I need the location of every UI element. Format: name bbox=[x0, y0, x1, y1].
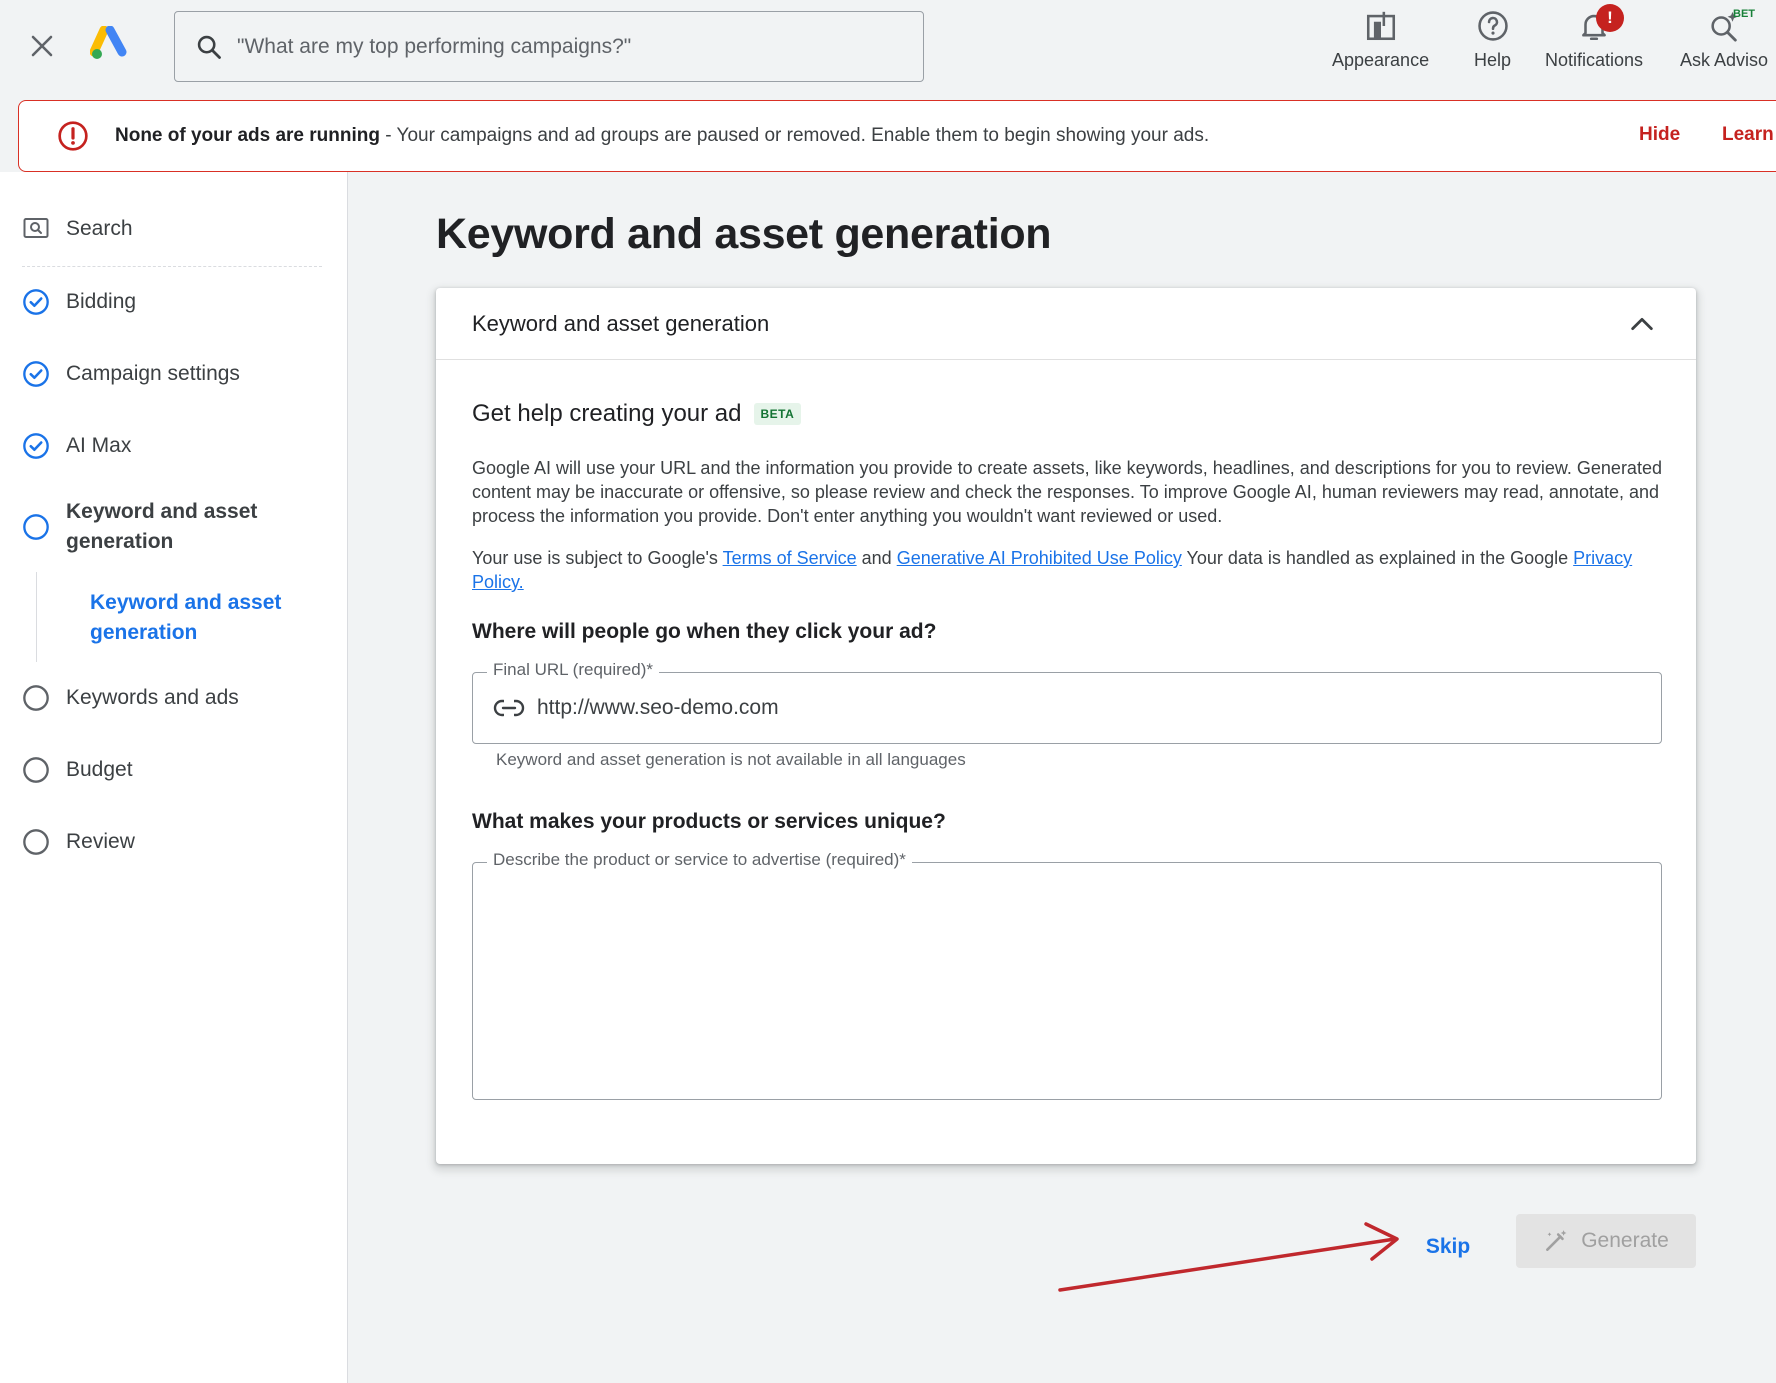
language-hint: Keyword and asset generation is not avai… bbox=[496, 750, 966, 769]
help-label: Help bbox=[1474, 50, 1512, 70]
close-icon[interactable] bbox=[22, 26, 62, 66]
ask-advisor-icon: BET bbox=[1707, 6, 1755, 46]
ai-disclaimer-text: Google AI will use your URL and the info… bbox=[472, 458, 1662, 526]
terms-prefix: Your use is subject to Google's bbox=[472, 548, 723, 568]
sidebar-item-budget[interactable]: Budget bbox=[22, 755, 133, 785]
sidebar-item-label: Search bbox=[66, 217, 133, 240]
bell-icon: ! bbox=[1577, 4, 1625, 46]
beta-corner-badge: BET bbox=[1733, 8, 1756, 20]
alert-bold-text: None of your ads are running bbox=[115, 125, 380, 146]
alert-hide-link[interactable]: Hide bbox=[1639, 124, 1680, 146]
subtitle-text: Get help creating your ad bbox=[472, 400, 742, 427]
page-title: Keyword and asset generation bbox=[436, 210, 1052, 258]
terms-and: and bbox=[856, 548, 897, 568]
sidebar-item-keywords-and-ads[interactable]: Keywords and ads bbox=[22, 683, 239, 713]
generate-button[interactable]: Generate bbox=[1516, 1214, 1696, 1268]
prohibited-use-policy-link[interactable]: Generative AI Prohibited Use Policy bbox=[897, 548, 1182, 568]
search-campaign-icon bbox=[22, 215, 50, 243]
check-circle-icon bbox=[22, 432, 50, 460]
help-button[interactable]: Help bbox=[1474, 6, 1511, 76]
sidebar-item-label: Budget bbox=[66, 758, 133, 781]
sidebar-item-campaign-settings[interactable]: Campaign settings bbox=[22, 359, 240, 389]
section-subtitle: Get help creating your ad BETA bbox=[472, 400, 802, 428]
sidebar-item-search[interactable]: Search bbox=[22, 214, 133, 244]
sidebar-item-label: Campaign settings bbox=[66, 362, 240, 385]
sidebar-item-label: Keywords and ads bbox=[66, 686, 239, 709]
terms-mid: Your data is handled as explained in the… bbox=[1181, 548, 1574, 568]
alert-message: - Your campaigns and ad groups are pause… bbox=[379, 125, 1210, 146]
keyword-asset-card: Keyword and asset generation Get help cr… bbox=[436, 288, 1696, 1164]
appearance-label: Appearance bbox=[1332, 50, 1430, 70]
appearance-icon bbox=[1364, 6, 1398, 46]
sidebar-item-label: Review bbox=[66, 830, 135, 853]
appearance-button[interactable]: Appearance bbox=[1332, 6, 1429, 76]
alert-text: None of your ads are running - Your camp… bbox=[115, 125, 1209, 147]
sidebar-item-label: Keyword and asset generation bbox=[66, 500, 258, 553]
sidebar-item-label: Bidding bbox=[66, 290, 137, 313]
link-icon bbox=[493, 698, 525, 718]
card-title: Keyword and asset generation bbox=[472, 310, 770, 336]
google-ads-logo[interactable] bbox=[89, 25, 130, 62]
skip-button[interactable]: Skip bbox=[1406, 1222, 1490, 1272]
annotation-arrow-icon bbox=[1058, 1222, 1399, 1292]
terms-of-service-link[interactable]: Terms of Service bbox=[723, 548, 857, 568]
notifications-button[interactable]: ! Notifications bbox=[1545, 4, 1644, 76]
sidebar-item-ai-max[interactable]: AI Max bbox=[22, 431, 131, 461]
description-field[interactable]: Describe the product or service to adver… bbox=[472, 850, 1662, 1100]
chevron-up-icon[interactable] bbox=[1628, 310, 1656, 343]
empty-circle-icon bbox=[22, 756, 50, 784]
alert-banner: None of your ads are running - Your camp… bbox=[18, 100, 1776, 172]
sidebar-item-label: AI Max bbox=[66, 434, 132, 457]
question-unique: What makes your products or services uni… bbox=[472, 810, 946, 833]
magic-wand-icon bbox=[1543, 1228, 1569, 1254]
sidebar-item-keyword-asset-generation[interactable]: Keyword and asset generation bbox=[22, 497, 322, 557]
alert-learn-link[interactable]: Learn bbox=[1722, 124, 1774, 146]
ask-advisor-button[interactable]: BET Ask Adviso bbox=[1680, 6, 1768, 76]
sidebar-divider bbox=[22, 266, 322, 267]
notification-badge: ! bbox=[1596, 4, 1625, 32]
ask-advisor-label: Ask Adviso bbox=[1680, 50, 1769, 70]
global-search-box[interactable] bbox=[174, 11, 924, 82]
question-final-url: Where will people go when they click you… bbox=[472, 620, 937, 643]
sidebar-subitem-keyword-asset-generation[interactable]: Keyword and asset generation bbox=[90, 588, 310, 648]
error-icon bbox=[57, 120, 89, 152]
empty-circle-icon bbox=[22, 684, 50, 712]
substep-connector bbox=[36, 572, 37, 662]
sidebar-item-bidding[interactable]: Bidding bbox=[22, 287, 136, 317]
search-input[interactable] bbox=[237, 34, 923, 59]
final-url-field[interactable]: Final URL (required)* bbox=[472, 660, 1662, 744]
check-circle-icon bbox=[22, 360, 50, 388]
active-circle-icon bbox=[22, 513, 50, 541]
help-icon bbox=[1476, 6, 1510, 46]
terms-text: Your use is subject to Google's Terms of… bbox=[472, 546, 1662, 594]
top-bar: Appearance Help ! Notifications BET Ask … bbox=[0, 0, 1776, 100]
sidebar: Search Bidding Campaign settings AI Max … bbox=[0, 172, 348, 1383]
sidebar-item-review[interactable]: Review bbox=[22, 827, 135, 857]
card-header[interactable]: Keyword and asset generation bbox=[436, 288, 1696, 360]
empty-circle-icon bbox=[22, 828, 50, 856]
final-url-input[interactable] bbox=[537, 696, 1661, 720]
description-textarea[interactable] bbox=[473, 863, 1661, 1099]
search-icon bbox=[195, 33, 223, 61]
generate-label: Generate bbox=[1581, 1229, 1669, 1252]
final-url-label: Final URL (required)* bbox=[487, 660, 659, 680]
beta-badge: BETA bbox=[753, 403, 802, 425]
check-circle-icon bbox=[22, 288, 50, 316]
notifications-label: Notifications bbox=[1545, 50, 1644, 70]
